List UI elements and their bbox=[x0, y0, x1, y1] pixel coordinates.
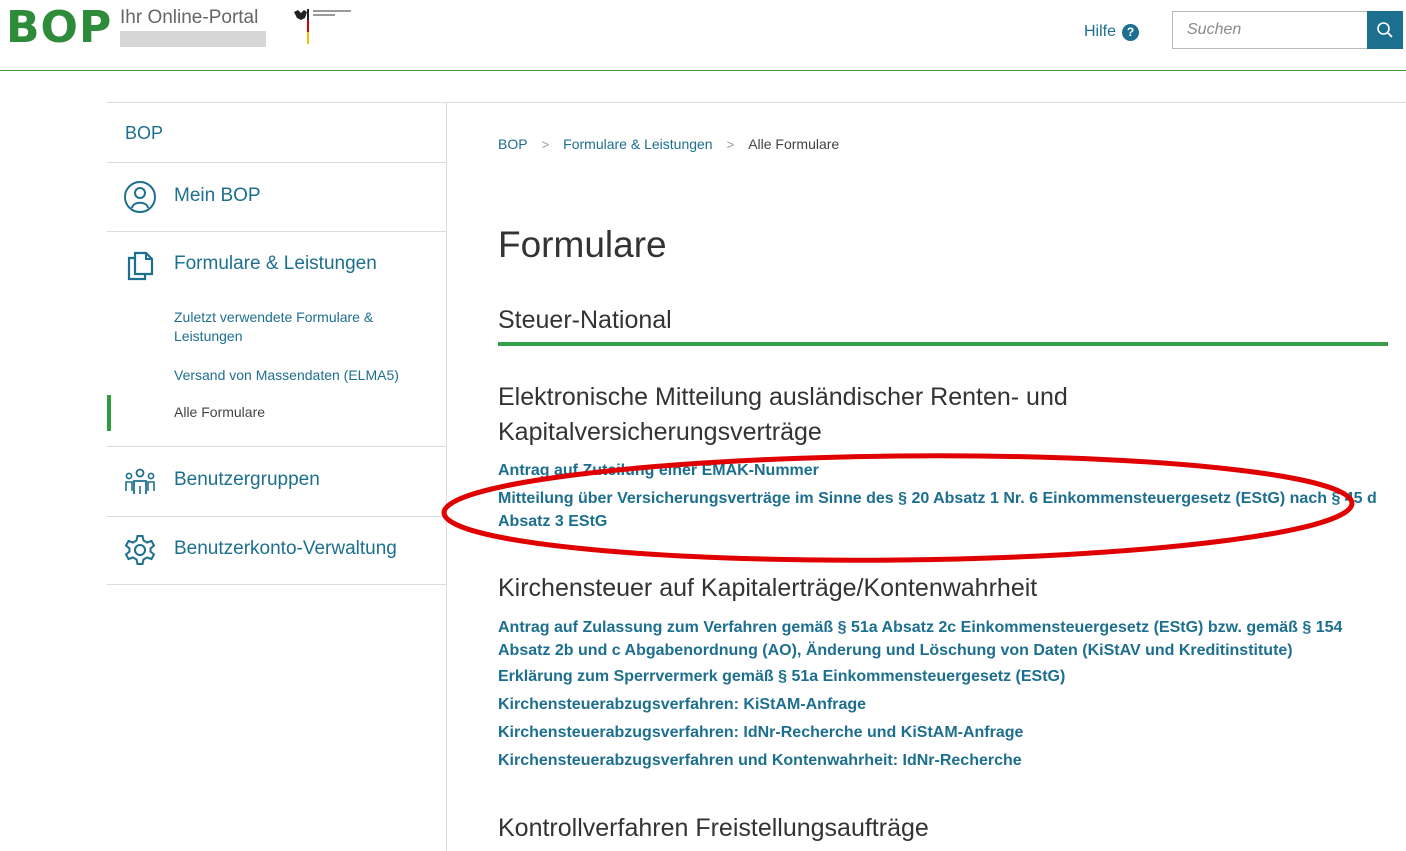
redacted-user-name bbox=[120, 31, 266, 47]
user-group-icon bbox=[125, 468, 155, 494]
gear-icon bbox=[124, 535, 156, 565]
sidebar-item-label: Mein BOP bbox=[174, 185, 261, 206]
breadcrumb-current: Alle Formulare bbox=[748, 136, 840, 152]
sidebar-item-formulare[interactable]: Formulare & Leistungen bbox=[107, 231, 446, 299]
search-button[interactable] bbox=[1367, 11, 1403, 49]
page-title: Formulare bbox=[498, 224, 667, 265]
form-link[interactable]: Kirchensteuerabzugsverfahren und Kontenw… bbox=[498, 749, 1378, 772]
sidebar-item-mein-bop[interactable]: Mein BOP bbox=[107, 163, 446, 231]
form-link[interactable]: Erklärung zum Sperrvermerk gemäß § 51a E… bbox=[498, 665, 1378, 688]
help-link[interactable]: Hilfe ? bbox=[1084, 23, 1140, 41]
search-input[interactable] bbox=[1172, 11, 1368, 49]
sidebar-item-benutzergruppen[interactable]: Benutzergruppen bbox=[107, 447, 446, 515]
section-underline bbox=[498, 342, 1388, 346]
group-title-emak: Elektronische Mitteilung ausländischer R… bbox=[498, 383, 1068, 446]
search-icon bbox=[1377, 22, 1393, 38]
site-header: BOP Ihr Online-Portal Hilfe ? bbox=[0, 0, 1406, 71]
sidebar-nav: BOP Mein BOP Formulare & Leistungen Zule… bbox=[107, 103, 447, 851]
breadcrumb-formulare[interactable]: Formulare & Leistungen bbox=[563, 136, 712, 152]
sidebar-item-label: Benutzerkonto-Verwaltung bbox=[174, 538, 397, 559]
sidebar-subitem-recent[interactable]: Zuletzt verwendete Formulare & Leistunge… bbox=[174, 308, 414, 346]
sidebar-item-label: Benutzergruppen bbox=[174, 469, 320, 490]
bop-logo[interactable]: BOP bbox=[6, 4, 112, 52]
form-link[interactable]: Kirchensteuerabzugsverfahren: KiStAM-Anf… bbox=[498, 693, 1378, 716]
portal-tagline: Ihr Online-Portal bbox=[120, 7, 259, 28]
breadcrumb-bop[interactable]: BOP bbox=[498, 136, 528, 152]
sidebar-subitem-elma5[interactable]: Versand von Massendaten (ELMA5) bbox=[174, 366, 414, 385]
form-link[interactable]: Kirchensteuerabzugsverfahren: IdNr-Reche… bbox=[498, 721, 1378, 744]
form-link[interactable]: Antrag auf Zulassung zum Verfahren gemäß… bbox=[498, 616, 1378, 662]
help-label: Hilfe bbox=[1084, 23, 1117, 40]
documents-copy-icon bbox=[127, 251, 154, 281]
chevron-right-icon: > bbox=[541, 136, 550, 152]
group-title-kontrollverfahren: Kontrollverfahren Freistellungsaufträge bbox=[498, 814, 929, 842]
federal-eagle-logo bbox=[294, 9, 351, 44]
sidebar-item-benutzerkonto[interactable]: Benutzerkonto-Verwaltung bbox=[107, 516, 446, 584]
question-icon: ? bbox=[1122, 23, 1140, 41]
breadcrumb: BOP > Formulare & Leistungen > Alle Form… bbox=[498, 136, 839, 152]
sidebar-item-label: Formulare & Leistungen bbox=[174, 253, 377, 274]
form-link[interactable]: Antrag auf Zuteilung einer EMAK-Nummer bbox=[498, 459, 1378, 482]
sidebar-divider bbox=[107, 584, 446, 585]
form-link[interactable]: Mitteilung über Versicherungsverträge im… bbox=[498, 487, 1378, 533]
group-title-kirchensteuer: Kirchensteuer auf Kapitalerträge/Kontenw… bbox=[498, 574, 1038, 602]
user-circle-icon bbox=[124, 181, 156, 213]
chevron-right-icon: > bbox=[726, 136, 735, 152]
section-title: Steuer-National bbox=[498, 306, 672, 334]
active-indicator bbox=[107, 395, 111, 431]
sidebar-subitem-all-forms[interactable]: Alle Formulare bbox=[174, 403, 414, 422]
sidebar-root-link[interactable]: BOP bbox=[125, 123, 163, 144]
